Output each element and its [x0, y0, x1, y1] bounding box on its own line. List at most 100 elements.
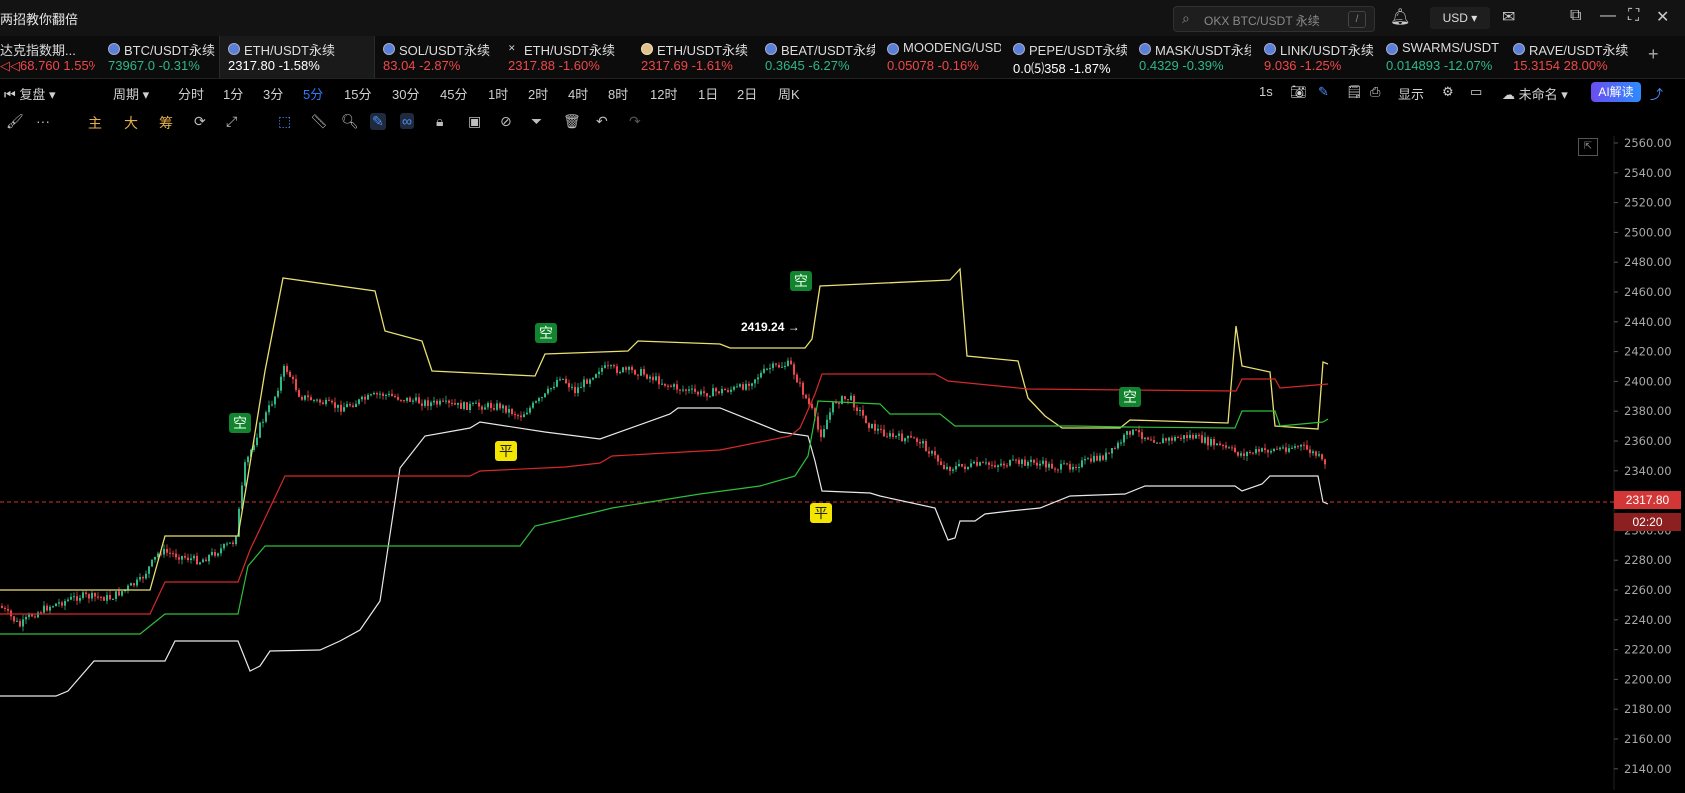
currency-select[interactable]: USD ▾: [1430, 7, 1490, 29]
search-box[interactable]: ⌕ OKX BTC/USDT 永续 /: [1173, 6, 1375, 32]
close-icon[interactable]: ✕: [1656, 7, 1669, 27]
period-option[interactable]: 1时: [488, 84, 508, 103]
instrument-tab[interactable]: BTC/USDT永续 73967.0 -0.31%: [100, 36, 215, 78]
candle-body: [652, 376, 654, 381]
search-input[interactable]: OKX BTC/USDT 永续: [1204, 12, 1320, 29]
period-option[interactable]: 8时: [608, 84, 628, 103]
cursor-icon[interactable]: ⬚: [278, 113, 291, 130]
lock-icon[interactable]: 🔒︎: [436, 113, 443, 130]
candle-body: [1249, 451, 1251, 453]
sync-icon[interactable]: ⟳: [194, 113, 206, 130]
camera-icon[interactable]: 📷︎: [1290, 84, 1307, 100]
period-option[interactable]: 2日: [737, 84, 757, 103]
candle-body: [1117, 442, 1119, 449]
minimize-icon[interactable]: —: [1600, 7, 1616, 25]
y-tick-label: 2360.00: [1624, 434, 1672, 448]
candle-body: [136, 579, 138, 586]
price-chart[interactable]: 2560.00 2540.00 2520.00 2500.00 2480.00 2460.…: [0, 136, 1685, 790]
trash-icon[interactable]: 🗑︎: [563, 113, 581, 130]
candle-body: [526, 412, 528, 415]
share-icon[interactable]: ⤴: [1650, 84, 1663, 103]
period-option[interactable]: 15分: [344, 84, 371, 103]
candle-body: [88, 594, 90, 599]
candle-body: [232, 542, 234, 545]
instrument-tab[interactable]: SWARMS/USDT 0.014893 -12.07%: [1378, 36, 1501, 78]
period-option[interactable]: 5分: [303, 84, 323, 103]
tab-name: MOODENG/USDT: [903, 40, 1001, 55]
mail-icon[interactable]: ✉: [1502, 7, 1515, 27]
brush-icon[interactable]: 🖌︎: [6, 113, 24, 130]
candle-body: [1237, 452, 1239, 456]
candle-body: [928, 451, 930, 454]
instrument-tab[interactable]: RAVE/USDT永续 15.3154 28.00%: [1505, 36, 1645, 78]
candle-body: [271, 404, 273, 406]
candle-body: [1114, 448, 1116, 450]
candle-body: [949, 466, 951, 471]
period-option[interactable]: 3分: [263, 84, 283, 103]
cycle-dropdown[interactable]: 周期 ▾: [113, 84, 149, 103]
screen-icon[interactable]: ▭: [1470, 84, 1482, 100]
layers-icon[interactable]: ▣: [468, 113, 481, 130]
period-option[interactable]: 45分: [440, 84, 467, 103]
magnet-icon[interactable]: ∞: [400, 113, 414, 129]
coin-icon: [1513, 43, 1525, 55]
edit-icon[interactable]: ✎: [1318, 84, 1329, 100]
settings-icon[interactable]: ⚙: [1442, 84, 1454, 100]
instrument-tab[interactable]: ETH/USDT永续 2317.69 -1.61%: [633, 36, 753, 78]
period-option[interactable]: 2时: [528, 84, 548, 103]
zoom-icon[interactable]: 🔍︎: [341, 113, 359, 130]
ai-analyze-button[interactable]: AI解读: [1591, 82, 1641, 102]
period-option[interactable]: 1分: [223, 84, 243, 103]
coin-icon: [765, 43, 777, 55]
instrument-tab[interactable]: MASK/USDT永续 0.4329 -0.39%: [1131, 36, 1251, 78]
replay-button[interactable]: ⏮ 复盘 ▾: [4, 84, 55, 103]
instrument-tab[interactable]: BEAT/USDT永续 0.3645 -6.27%: [757, 36, 875, 78]
period-option[interactable]: 4时: [568, 84, 588, 103]
period-option[interactable]: 12时: [650, 84, 677, 103]
note-icon[interactable]: 🗒︎: [1346, 84, 1363, 100]
instrument-tab[interactable]: 达克指数期... ◁◁68.760 1.55%: [0, 36, 95, 78]
main-indicator-button[interactable]: 主: [88, 113, 102, 133]
display-icon[interactable]: ⎙: [1370, 84, 1380, 100]
period-option[interactable]: 30分: [392, 84, 419, 103]
period-option[interactable]: 周K: [778, 84, 800, 103]
draw-icon[interactable]: ✎: [370, 113, 386, 130]
big-indicator-button[interactable]: 大: [124, 113, 138, 133]
instrument-tab[interactable]: MOODENG/USDT 0.05078 -0.16%: [879, 36, 1001, 78]
candle-body: [79, 597, 81, 601]
y-tick-label: 2420.00: [1624, 345, 1672, 359]
filter-icon[interactable]: ⏷: [531, 113, 542, 130]
instrument-tab[interactable]: PEPE/USDT永续 0.0⑸358 -1.87%: [1005, 36, 1127, 78]
compare-icon[interactable]: ⤢: [226, 113, 237, 130]
expand-chart-icon[interactable]: ⇱: [1578, 138, 1598, 156]
hide-icon[interactable]: ⊘: [500, 113, 512, 130]
candle-body: [172, 553, 174, 555]
candle-body: [766, 368, 768, 370]
candle-body: [973, 461, 975, 464]
display-button[interactable]: 显示: [1398, 84, 1424, 103]
chart-canvas[interactable]: 2560.00 2540.00 2520.00 2500.00 2480.00 2460.…: [0, 136, 1685, 790]
add-tab-icon[interactable]: +: [1648, 44, 1659, 65]
interval-label[interactable]: 1s: [1259, 84, 1273, 99]
candle-body: [1324, 459, 1326, 465]
instrument-tab[interactable]: LINK/USDT永续 9.036 -1.25%: [1256, 36, 1374, 78]
candle-body: [826, 419, 828, 430]
period-option[interactable]: 1日: [698, 84, 718, 103]
bell-icon[interactable]: 🔔︎: [1390, 7, 1410, 27]
ruler-icon[interactable]: 📏︎: [310, 113, 328, 130]
instrument-tab[interactable]: ✕ ETH/USDT永续 2317.88 -1.60%: [500, 36, 628, 78]
candle-body: [1318, 454, 1320, 456]
tab-name: ETH/USDT永续: [524, 43, 616, 58]
chips-indicator-button[interactable]: 筹: [159, 113, 173, 133]
candle-body: [694, 388, 696, 392]
period-option[interactable]: 分时: [178, 84, 204, 103]
fullscreen-icon[interactable]: ⛶: [1628, 7, 1639, 25]
instrument-tab[interactable]: ETH/USDT永续 2317.80 -1.58%: [219, 36, 375, 78]
more-icon[interactable]: ···: [36, 113, 50, 129]
layout-dropdown[interactable]: ☁ 未命名 ▾: [1502, 84, 1568, 103]
popout-icon[interactable]: ⧉: [1570, 7, 1581, 25]
undo-icon[interactable]: ↶: [596, 113, 608, 130]
candle-body: [193, 555, 195, 559]
redo-icon[interactable]: ↷: [629, 113, 641, 130]
instrument-tab[interactable]: SOL/USDT永续 83.04 -2.87%: [375, 36, 495, 78]
